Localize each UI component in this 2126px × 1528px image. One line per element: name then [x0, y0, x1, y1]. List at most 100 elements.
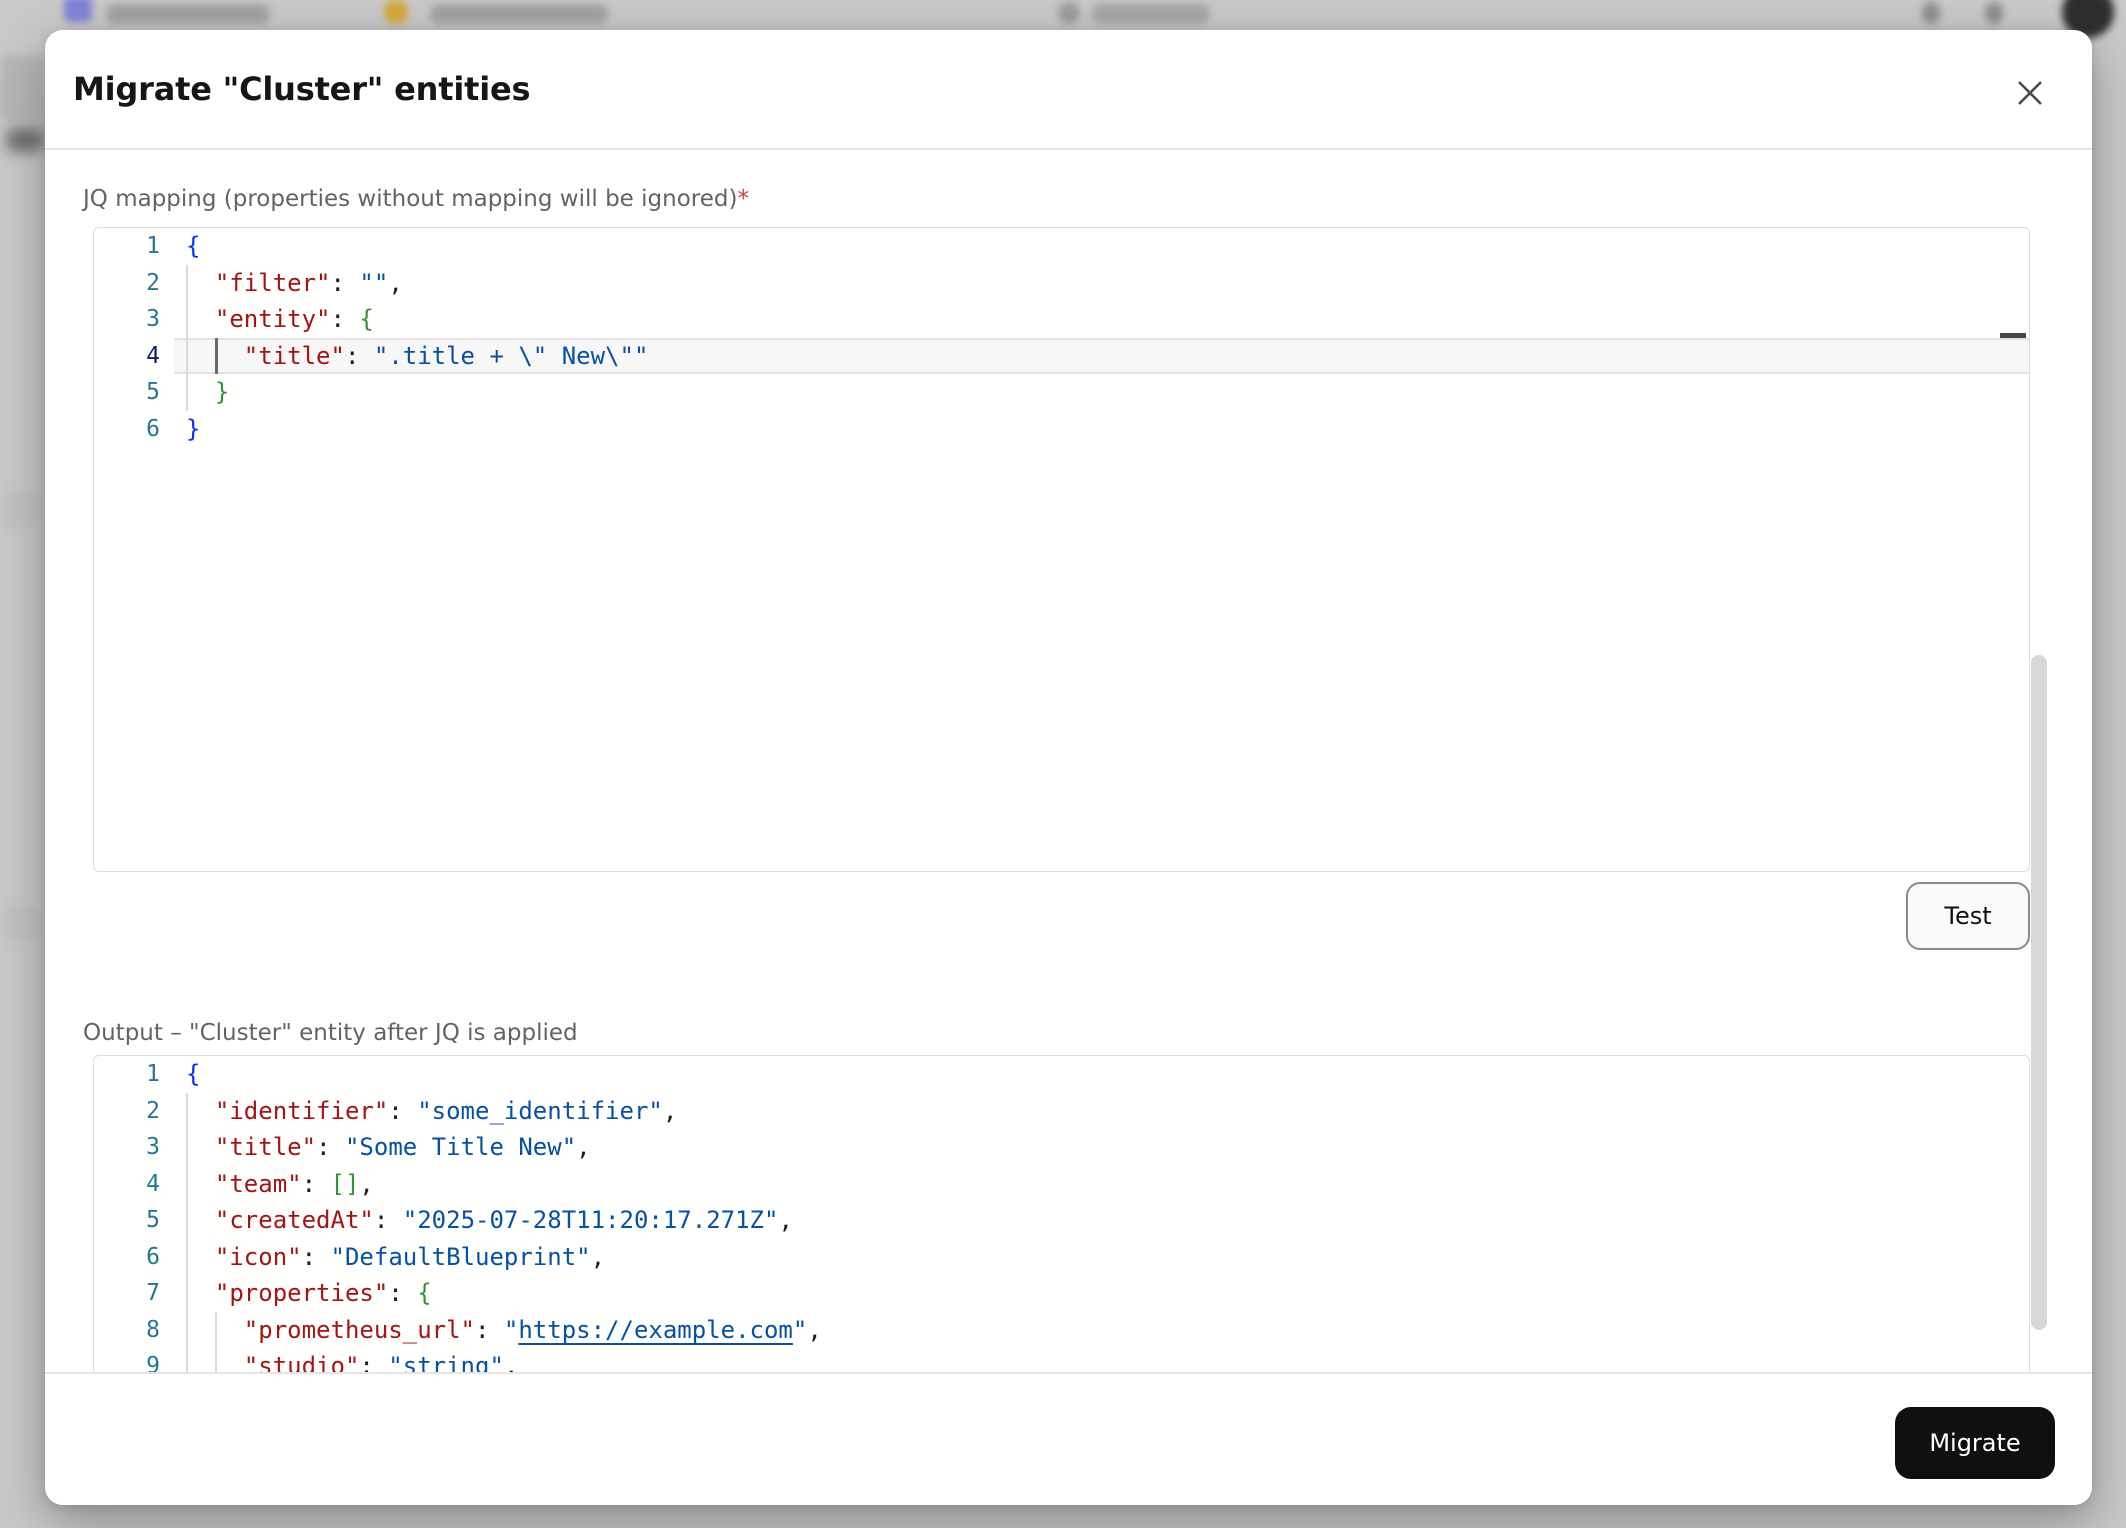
code-line[interactable]: 4 "team": [], — [94, 1166, 2029, 1203]
token-pu: : — [475, 1316, 504, 1344]
modal-title: Migrate "Cluster" entities — [73, 70, 530, 108]
token-key: "title" — [244, 342, 345, 370]
token-sp — [186, 1316, 244, 1344]
code-line[interactable]: 6 "icon": "DefaultBlueprint", — [94, 1239, 2029, 1276]
token-pu: , — [504, 1352, 518, 1372]
token-sp — [186, 1133, 215, 1161]
token-sp — [186, 1279, 215, 1307]
code-text: } — [186, 411, 200, 448]
line-number: 6 — [94, 411, 160, 448]
services-label-blur — [430, 4, 608, 24]
token-pu: , — [359, 1170, 373, 1198]
token-val: "Some Title New" — [345, 1133, 576, 1161]
services-icon — [384, 0, 408, 24]
code-text: "entity": { — [186, 301, 374, 338]
token-val: "some_identifier" — [417, 1097, 663, 1125]
token-pu: : — [331, 269, 360, 297]
token-val: "string" — [388, 1352, 504, 1372]
code-line[interactable]: 7 "properties": { — [94, 1275, 2029, 1312]
migrate-button[interactable]: Migrate — [1895, 1407, 2055, 1479]
sidebar-item-blur-2 — [4, 905, 40, 941]
token-sp — [186, 1243, 215, 1271]
token-pu: : — [316, 1133, 345, 1161]
token-val: ".title + \" New\"" — [374, 342, 649, 370]
line-number: 1 — [94, 1056, 160, 1093]
token-val: " — [793, 1316, 807, 1344]
token-val: " — [504, 1316, 518, 1344]
code-line[interactable]: 5 "createdAt": "2025-07-28T11:20:17.271Z… — [94, 1202, 2029, 1239]
code-text: { — [186, 1056, 200, 1093]
token-pu: : — [345, 342, 374, 370]
sidebar-item-blur — [4, 492, 40, 528]
line-number: 5 — [94, 374, 160, 411]
code-text: "prometheus_url": "https://example.com", — [186, 1312, 822, 1349]
catalog-label-blur — [106, 4, 270, 24]
token-key: "title" — [215, 1133, 316, 1161]
token-b1: { — [186, 1060, 200, 1088]
jq-mapping-label: JQ mapping (properties without mapping w… — [83, 186, 749, 212]
output-label: Output – "Cluster" entity after JQ is ap… — [83, 1020, 578, 1046]
line-number: 9 — [94, 1348, 160, 1372]
token-b2: { — [417, 1279, 431, 1307]
code-line[interactable]: 6} — [94, 411, 2029, 448]
code-text: } — [186, 374, 229, 411]
code-text: "filter": "", — [186, 265, 403, 302]
token-key: "properties" — [215, 1279, 388, 1307]
code-line[interactable]: 2 "identifier": "some_identifier", — [94, 1093, 2029, 1130]
code-text: "properties": { — [186, 1275, 432, 1312]
code-line[interactable]: 1{ — [94, 1056, 2029, 1093]
code-text: "icon": "DefaultBlueprint", — [186, 1239, 605, 1276]
token-pu: , — [576, 1133, 590, 1161]
line-number: 5 — [94, 1202, 160, 1239]
token-pu: , — [778, 1206, 792, 1234]
code-line[interactable]: 8 "prometheus_url": "https://example.com… — [94, 1312, 2029, 1349]
token-b1: { — [186, 232, 200, 260]
code-text: "studio": "string", — [186, 1348, 518, 1372]
token-pu: , — [388, 269, 402, 297]
token-sp — [186, 1097, 215, 1125]
sidebar-item-active-blur — [0, 55, 42, 121]
token-pu: , — [807, 1316, 821, 1344]
code-line[interactable]: 3 "entity": { — [94, 301, 2029, 338]
page: Migrate "Cluster" entities JQ mapping (p… — [0, 0, 2126, 1528]
output-editor[interactable]: 1{2 "identifier": "some_identifier",3 "t… — [93, 1055, 2030, 1372]
search-label-blur — [1092, 4, 1210, 24]
token-key: "prometheus_url" — [244, 1316, 475, 1344]
token-pu: : — [388, 1279, 417, 1307]
catalog-icon — [64, 0, 92, 22]
token-pu: : — [302, 1243, 331, 1271]
code-line[interactable]: 5 } — [94, 374, 2029, 411]
json-link[interactable]: https://example.com — [518, 1316, 793, 1344]
token-key: "filter" — [215, 269, 331, 297]
code-line[interactable]: 1{ — [94, 228, 2029, 265]
line-number: 1 — [94, 228, 160, 265]
modal-scrollbar-thumb[interactable] — [2031, 655, 2047, 1330]
line-number: 2 — [94, 1093, 160, 1130]
search-icon — [1058, 2, 1080, 24]
code-line[interactable]: 4 "title": ".title + \" New\"" — [94, 338, 2029, 375]
test-button[interactable]: Test — [1906, 882, 2030, 950]
token-sp — [186, 1206, 215, 1234]
jq-editor[interactable]: 1{2 "filter": "",3 "entity": {4 "title":… — [93, 227, 2030, 872]
code-line[interactable]: 3 "title": "Some Title New", — [94, 1129, 2029, 1166]
code-line[interactable]: 9 "studio": "string", — [94, 1348, 2029, 1372]
token-pu: : — [388, 1097, 417, 1125]
token-b2: [] — [331, 1170, 360, 1198]
line-number: 3 — [94, 301, 160, 338]
token-b2: { — [359, 305, 373, 333]
code-text: "team": [], — [186, 1166, 374, 1203]
close-button[interactable] — [2008, 71, 2052, 115]
code-text: "title": ".title + \" New\"" — [186, 338, 648, 375]
toolbar-icon-1 — [1922, 2, 1940, 24]
token-key: "entity" — [215, 305, 331, 333]
code-line[interactable]: 2 "filter": "", — [94, 265, 2029, 302]
modal-footer: Migrate — [45, 1372, 2092, 1505]
token-b1: } — [186, 415, 200, 443]
code-text: { — [186, 228, 200, 265]
line-number: 2 — [94, 265, 160, 302]
line-number: 4 — [94, 338, 160, 375]
token-key: "team" — [215, 1170, 302, 1198]
jq-mapping-label-text: JQ mapping (properties without mapping w… — [83, 186, 737, 212]
sidebar-logo-blur — [6, 128, 44, 152]
token-key: "identifier" — [215, 1097, 388, 1125]
